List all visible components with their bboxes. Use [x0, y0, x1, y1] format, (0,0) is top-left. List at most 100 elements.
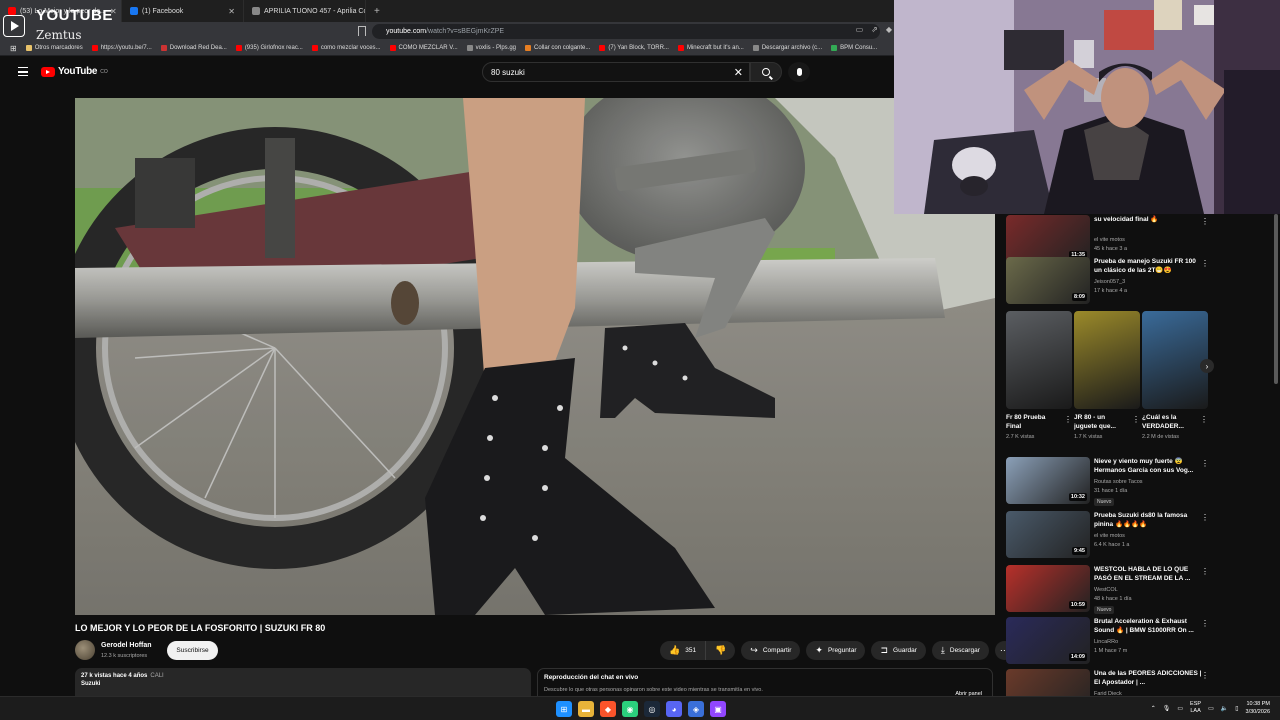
bookmark-favicon-icon: [831, 45, 838, 51]
share-icon[interactable]: ⇗: [871, 25, 878, 34]
short-item[interactable]: ¿Cuál es la VERDADER... 2.2 M de vistas ⋮: [1142, 311, 1208, 440]
share-button[interactable]: ↪ Compartir: [741, 641, 801, 660]
recommended-video[interactable]: 10:59 WESTCOL HABLA DE LO QUE PASÓ EN EL …: [1006, 565, 1216, 615]
bookmark-item[interactable]: https://youtu.be/7...: [91, 45, 152, 51]
tab-favicon-icon: [252, 7, 260, 15]
bookmark-item[interactable]: como mezclar voces...: [311, 45, 381, 51]
search-input[interactable]: 80 suzuki ✕: [482, 62, 750, 82]
obs-icon[interactable]: ◉: [622, 701, 638, 717]
sidebar-scrollbar[interactable]: [1274, 214, 1278, 384]
recommendations-sidebar: ¿Cuál es la VERDADER... 2.2 M de vistas ⋮ J…: [1006, 214, 1280, 696]
bookmark-item[interactable]: Collar con colgante...: [525, 45, 590, 51]
recommended-video[interactable]: 14:09 Brutal Acceleration & Exhaust Sound…: [1006, 617, 1216, 667]
network-icon[interactable]: ▭: [1208, 705, 1214, 712]
more-options-icon[interactable]: ⋮: [1064, 415, 1072, 424]
taskbar-apps: ⊞ ▬ ◆ ◉ ◎ ◕ ◈ ▣: [556, 701, 726, 717]
cast-icon[interactable]: ▭: [856, 25, 864, 34]
search-button[interactable]: [750, 62, 782, 82]
video-thumbnail[interactable]: 9:45: [1006, 511, 1090, 558]
browser-tab[interactable]: APRILIA TUONO 457 - Aprilia Colom...✕: [244, 0, 366, 22]
video-thumbnail[interactable]: 11:35: [1006, 215, 1090, 262]
taskbar-clock[interactable]: 10:38 PM 3/30/2026: [1246, 700, 1270, 716]
short-thumbnail[interactable]: [1142, 311, 1208, 409]
discord-icon[interactable]: ◕: [666, 701, 682, 717]
extension-icon[interactable]: ◆: [886, 25, 892, 34]
url-field[interactable]: youtube.com/watch?v=sBEGjmKrZPE: [372, 24, 880, 39]
recommended-video[interactable]: 8:09 Prueba de manejo Suzuki FR 100 un cl…: [1006, 257, 1216, 307]
language-indicator[interactable]: ESP LAA: [1190, 701, 1201, 715]
battery-icon[interactable]: ▯: [1235, 705, 1238, 712]
short-item[interactable]: Fr 80 Prueba Final 2.7 K vistas ⋮: [1006, 311, 1072, 440]
video-thumbnail[interactable]: 10:59: [1006, 565, 1090, 612]
like-button[interactable]: 👍 351: [660, 641, 707, 660]
more-options-icon[interactable]: ⋮: [1200, 415, 1208, 424]
bookmark-item[interactable]: BPM Consu...: [831, 45, 877, 51]
more-options-icon[interactable]: ⋮: [1132, 415, 1140, 424]
clear-search-icon[interactable]: ✕: [734, 66, 743, 79]
short-thumbnail[interactable]: [1074, 311, 1140, 409]
url-host: youtube.com: [386, 28, 427, 35]
youtube-logo[interactable]: YouTube CO: [41, 66, 108, 77]
browser-toolbar-icons: ▭ ⇗ ◆: [856, 25, 892, 34]
tray-mic-icon[interactable]: 🎙: [1163, 705, 1171, 712]
video-player[interactable]: [75, 98, 995, 615]
windows-taskbar: ⊞ ▬ ◆ ◉ ◎ ◕ ◈ ▣ ⌃ 🎙 ▭ ESP LAA ▭ 🔈 ▯ 10:38 PM 3/30…: [0, 696, 1280, 720]
bookmark-favicon-icon: [311, 45, 318, 51]
tab-label: APRILIA TUONO 457 - Aprilia Colom...: [264, 7, 365, 15]
subscribe-button[interactable]: Suscribirse: [167, 641, 218, 660]
more-options-icon[interactable]: ⋮: [1201, 567, 1209, 576]
voice-search-button[interactable]: [788, 62, 810, 82]
bookmark-item[interactable]: COMO MEZCLAR V...: [389, 45, 458, 51]
dislike-button[interactable]: 👎: [706, 641, 736, 660]
short-item[interactable]: JR 80 - un juguete que... 1.7 K vistas ⋮: [1074, 311, 1140, 440]
save-button[interactable]: ⊐ Guardar: [871, 641, 926, 660]
recommended-video[interactable]: 10:32 Nieve y viento muy fuerte 😨 Hermano…: [1006, 457, 1216, 507]
more-options-icon[interactable]: ⋮: [1201, 671, 1209, 680]
video-thumbnail[interactable]: [1006, 669, 1090, 696]
bookmarks-bar: ⊞ Otros marcadores https://youtu.be/7... D…: [0, 41, 896, 56]
language-top: ESP: [1190, 701, 1202, 707]
bookmark-item[interactable]: Minecraft but it's an...: [677, 45, 744, 51]
view-date: 27 k vistas hace 4 años: [81, 673, 148, 679]
menu-icon[interactable]: [18, 67, 28, 76]
bookmark-item[interactable]: voxlis - Plps.gg: [466, 45, 516, 51]
bookmark-item[interactable]: Otros marcadores: [25, 45, 83, 51]
shorts-next-button[interactable]: ›: [1200, 359, 1214, 373]
new-tab-button[interactable]: +: [366, 6, 388, 17]
bookmark-item[interactable]: Descargar archivo (c...: [752, 45, 822, 51]
windows-icon[interactable]: ⊞: [556, 701, 572, 717]
save-label: Guardar: [893, 647, 917, 654]
more-options-icon[interactable]: ⋮: [1201, 259, 1209, 268]
bookmark-item[interactable]: Download Red Dea...: [160, 45, 227, 51]
folder-icon[interactable]: ▬: [578, 701, 594, 717]
download-icon: ⤓: [940, 645, 945, 655]
video-thumbnail[interactable]: 10:32: [1006, 457, 1090, 504]
apps-grid-icon[interactable]: ⊞: [10, 44, 17, 53]
brave-icon[interactable]: ◆: [600, 701, 616, 717]
more-options-icon[interactable]: ⋮: [1201, 513, 1209, 522]
ask-button[interactable]: ✦ Preguntar: [806, 641, 866, 660]
short-thumbnail[interactable]: [1006, 311, 1072, 409]
steam-icon[interactable]: ◎: [644, 701, 660, 717]
video-thumbnail[interactable]: 8:09: [1006, 257, 1090, 304]
video-duration: 10:32: [1068, 493, 1087, 501]
video-thumbnail[interactable]: 14:09: [1006, 617, 1090, 664]
app-icon[interactable]: ◈: [688, 701, 704, 717]
more-options-icon[interactable]: ⋮: [1201, 217, 1209, 226]
more-options-icon[interactable]: ⋮: [1201, 619, 1209, 628]
tray-display-icon[interactable]: ▭: [1177, 705, 1183, 712]
channel-name[interactable]: Gerodel Hoffan: [101, 642, 152, 649]
recommended-video[interactable]: Una de las PEORES ADICCIONES | El Aposta…: [1006, 669, 1216, 696]
bookmark-item[interactable]: (7) Yan Block, TORR...: [599, 45, 669, 51]
channel-avatar[interactable]: [75, 640, 95, 660]
volume-icon[interactable]: 🔈: [1221, 705, 1228, 712]
twitch-icon[interactable]: ▣: [710, 701, 726, 717]
tab-close-icon[interactable]: ✕: [228, 7, 235, 16]
bookmark-icon[interactable]: [358, 26, 366, 36]
download-button[interactable]: ⤓ Descargar: [931, 641, 989, 660]
recommended-video[interactable]: 9:45 Prueba Suzuki ds80 la famosa pinina …: [1006, 511, 1216, 561]
bookmark-favicon-icon: [389, 45, 396, 51]
more-options-icon[interactable]: ⋮: [1201, 459, 1209, 468]
tray-chevron-icon[interactable]: ⌃: [1151, 705, 1156, 712]
bookmark-item[interactable]: (935) Girlofnox reac...: [235, 45, 303, 51]
